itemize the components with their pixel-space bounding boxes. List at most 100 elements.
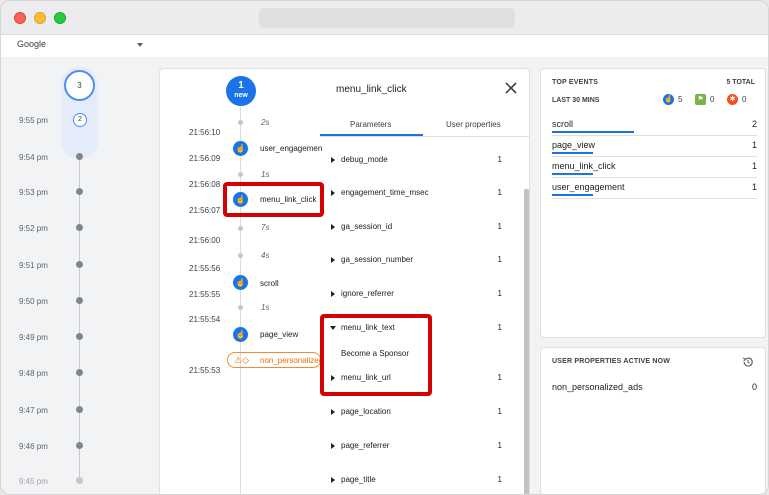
top-event-row[interactable]: scroll 2	[552, 116, 757, 136]
minute-dot[interactable]	[76, 442, 83, 449]
param-value: 1	[497, 475, 502, 484]
param-value: 1	[497, 255, 502, 264]
top-event-name: menu_link_click	[552, 161, 616, 171]
minute-dot[interactable]	[76, 188, 83, 195]
param-row[interactable]: engagement_time_msec 1	[320, 186, 520, 202]
event-time: 21:55:55	[189, 290, 221, 299]
top-event-count: 1	[751, 161, 757, 171]
row-divider	[552, 198, 757, 199]
parameters-scrollbar[interactable]	[524, 189, 529, 494]
time-range: LAST 30 MINS	[552, 97, 600, 104]
address-bar[interactable]	[259, 8, 515, 28]
param-row[interactable]: ignore_referrer 1	[320, 287, 520, 303]
event-label: non_personalized_ads	[260, 356, 320, 365]
user-property-count: 0	[751, 382, 757, 392]
event-non-personalized-ads[interactable]: ⚠◇ non_personalized_ads	[227, 352, 321, 368]
param-row[interactable]: page_location 1	[320, 405, 520, 421]
app-window: Google 3 2 9:55 pm 9:54 pm 9:53 pm 9:52 …	[0, 0, 769, 495]
event-scroll[interactable]: scroll	[260, 279, 279, 288]
top-event-name: page_view	[552, 140, 596, 150]
user-properties-card: USER PROPERTIES ACTIVE NOW non_personali…	[540, 347, 766, 494]
minute-dot[interactable]	[76, 261, 83, 268]
param-name: debug_mode	[341, 155, 388, 164]
param-value: 1	[497, 188, 502, 197]
selected-event-highlight	[223, 182, 324, 217]
minute-dot[interactable]	[76, 297, 83, 304]
tab-parameters[interactable]: Parameters	[350, 120, 391, 129]
chevron-down-icon[interactable]	[137, 43, 143, 47]
minute-label: 9:45 pm	[19, 477, 48, 486]
tab-user-properties[interactable]: User properties	[446, 120, 501, 129]
row-divider	[552, 177, 757, 178]
minute-dot[interactable]	[76, 477, 83, 484]
minute-dot[interactable]	[76, 369, 83, 376]
top-event-name: user_engagement	[552, 182, 625, 192]
event-time: 21:55:56	[189, 264, 221, 273]
minimize-window-button[interactable]	[34, 12, 46, 24]
new-events-bubble[interactable]: 1 new	[226, 76, 256, 106]
seconds-stream-card: 1 new 2s 21:56:10 ☝ user_engagement 21:5…	[159, 68, 530, 494]
top-event-name: scroll	[552, 119, 574, 129]
minutes-stream: 3 2 9:55 pm 9:54 pm 9:53 pm 9:52 pm 9:51…	[1, 57, 151, 494]
caret-right-icon	[331, 477, 335, 483]
gap-dot	[238, 172, 243, 177]
top-event-share-bar	[552, 173, 593, 175]
param-row[interactable]: page_title 1	[320, 473, 520, 489]
param-name: page_title	[341, 475, 376, 484]
param-value: 1	[497, 289, 502, 298]
device-select[interactable]: Google	[17, 39, 46, 49]
event-page-view[interactable]: page_view	[260, 330, 298, 339]
user-property-row[interactable]: non_personalized_ads 0	[552, 379, 757, 395]
minute-dot[interactable]	[76, 224, 83, 231]
param-row[interactable]: debug_mode 1	[320, 153, 520, 169]
caret-right-icon	[331, 291, 335, 297]
caret-right-icon	[331, 224, 335, 230]
parameters-panel: menu_link_click Parameters User properti…	[320, 69, 530, 494]
param-value: 1	[497, 155, 502, 164]
card-title: TOP EVENTS	[552, 79, 599, 86]
time-gap: 4s	[261, 251, 270, 260]
time-gap: 7s	[261, 223, 270, 232]
minute-label: 9:46 pm	[19, 442, 48, 451]
minute-dot[interactable]	[76, 333, 83, 340]
param-row[interactable]: page_referrer 1	[320, 439, 520, 455]
top-event-row[interactable]: menu_link_click 1	[552, 158, 757, 178]
minute-count-current[interactable]: 2	[73, 113, 87, 127]
caret-right-icon	[331, 409, 335, 415]
pointer-icon: ☝	[663, 94, 674, 105]
minute-dot[interactable]	[76, 153, 83, 160]
close-window-button[interactable]	[14, 12, 26, 24]
top-event-share-bar	[552, 152, 593, 154]
top-event-count: 1	[751, 140, 757, 150]
top-event-count: 1	[751, 182, 757, 192]
param-row[interactable]: ga_session_number 1	[320, 253, 520, 269]
time-gap: 1s	[261, 170, 270, 179]
top-events-card: TOP EVENTS 5 TOTAL LAST 30 MINS ☝ 5 ⚑ 0 …	[540, 68, 766, 338]
event-time: 21:55:53	[189, 366, 221, 375]
gap-dot	[238, 226, 243, 231]
pointer-icon: ☝	[233, 275, 248, 290]
minute-count-latest[interactable]: 3	[64, 70, 95, 101]
new-count: 1	[238, 80, 244, 91]
param-name: ga_session_number	[341, 255, 414, 264]
minute-label: 9:47 pm	[19, 406, 48, 415]
close-icon[interactable]	[505, 82, 517, 94]
top-event-row[interactable]: user_engagement 1	[552, 179, 757, 199]
row-divider	[552, 156, 757, 157]
event-time: 21:56:00	[189, 236, 221, 245]
events-total: 5 TOTAL	[726, 79, 755, 86]
history-icon[interactable]	[742, 356, 754, 368]
minute-dot[interactable]	[76, 406, 83, 413]
top-event-share-bar	[552, 131, 634, 133]
event-stat: 5	[678, 95, 683, 104]
pointer-icon: ☝	[233, 141, 248, 156]
event-time: 21:56:07	[189, 206, 221, 215]
gap-dot	[238, 305, 243, 310]
top-event-row[interactable]: page_view 1	[552, 137, 757, 157]
maximize-window-button[interactable]	[54, 12, 66, 24]
param-row[interactable]: ga_session_id 1	[320, 220, 520, 236]
event-user-engagement[interactable]: user_engagement	[260, 144, 322, 153]
param-value: 1	[497, 441, 502, 450]
event-time: 21:56:10	[189, 128, 221, 137]
param-name: page_referrer	[341, 441, 390, 450]
